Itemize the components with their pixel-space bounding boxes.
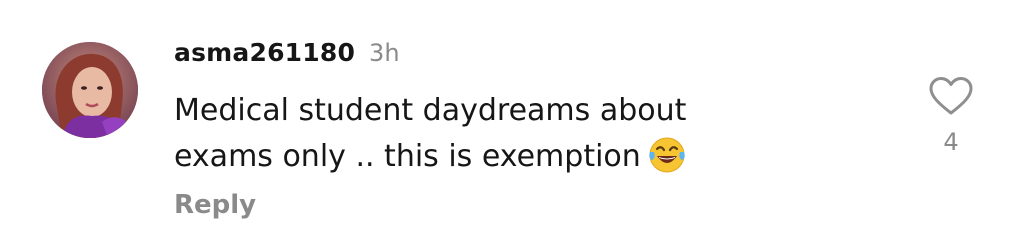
like-count: 4 [943, 128, 959, 156]
heart-outline-icon [929, 77, 973, 115]
comment-item: asma261180 3h Medical student daydreams … [0, 0, 1024, 240]
avatar-image [42, 42, 138, 138]
timestamp: 3h [369, 39, 400, 67]
comment-text-line-2: exams only .. this is exemption [174, 134, 874, 188]
face-with-tears-of-joy-icon [647, 134, 687, 188]
avatar[interactable] [42, 42, 138, 138]
comment-header: asma261180 3h [174, 38, 400, 74]
like-button[interactable]: 4 [922, 76, 980, 156]
comment-text-line-2-text: exams only .. this is exemption [174, 139, 641, 174]
username[interactable]: asma261180 [174, 38, 355, 67]
comment-text: Medical student daydreams about exams on… [174, 88, 874, 188]
comment-text-line-1: Medical student daydreams about [174, 93, 687, 128]
reply-button[interactable]: Reply [174, 190, 256, 220]
